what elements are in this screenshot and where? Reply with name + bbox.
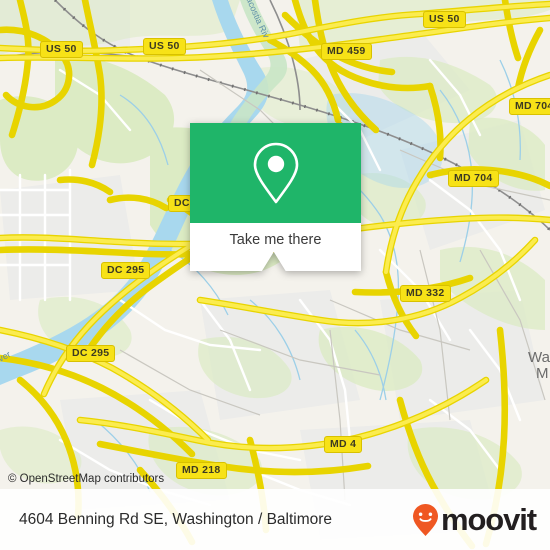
footer-bar: 4604 Benning Rd SE, Washington / Baltimo… <box>0 489 550 550</box>
shield-md-4[interactable]: MD 4 <box>324 436 363 453</box>
shield-md-459[interactable]: MD 459 <box>321 43 372 60</box>
shield-dc-295-mid[interactable]: DC 295 <box>101 262 151 279</box>
shield-md-218[interactable]: MD 218 <box>176 462 227 479</box>
shield-md-704-north[interactable]: MD 704 <box>509 98 550 115</box>
shield-us-50-mid[interactable]: US 50 <box>143 38 186 55</box>
osm-attribution[interactable]: © OpenStreetMap contributors <box>8 473 164 485</box>
shield-us-50-east[interactable]: US 50 <box>423 11 466 28</box>
take-me-there-button[interactable]: Take me there <box>190 223 361 271</box>
moovit-smiley-pin-icon <box>412 503 439 537</box>
moovit-wordmark: moovit <box>440 502 537 537</box>
map-vector: nacostia Riv ver Wa M <box>0 0 550 550</box>
map-canvas[interactable]: nacostia Riv ver Wa M US 50 US 50 US 50 … <box>0 0 550 550</box>
moovit-logo[interactable]: moovit <box>412 502 537 537</box>
map-screen: nacostia Riv ver Wa M US 50 US 50 US 50 … <box>0 0 550 550</box>
map-pin-icon <box>251 141 301 205</box>
label-place-secondary: M <box>536 365 549 382</box>
shield-md-704-mid[interactable]: MD 704 <box>448 170 499 187</box>
label-place-washington: Wa <box>528 349 550 366</box>
shield-md-332[interactable]: MD 332 <box>400 285 451 302</box>
address-title: 4604 Benning Rd SE, Washington / Baltimo… <box>19 510 333 528</box>
shield-us-50-west[interactable]: US 50 <box>40 41 83 58</box>
take-me-there-label: Take me there <box>229 232 322 248</box>
shield-dc-295-south[interactable]: DC 295 <box>66 345 116 362</box>
location-popup-body: Take me there <box>190 123 361 271</box>
location-popup-image <box>190 123 361 223</box>
location-popup[interactable]: Take me there <box>190 123 361 271</box>
